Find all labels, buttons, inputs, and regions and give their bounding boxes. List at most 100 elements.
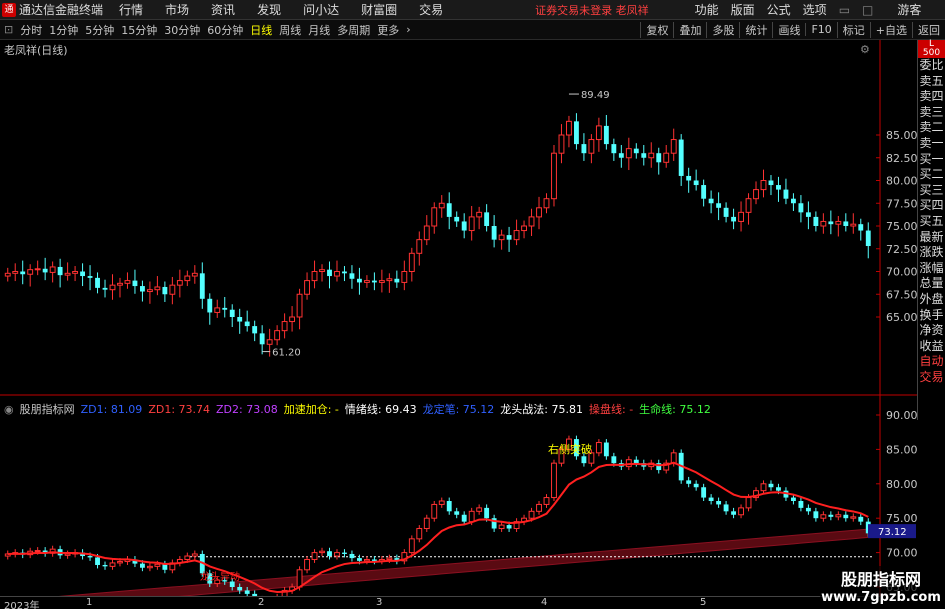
candle-body-down [858, 224, 864, 231]
toolbar-overlay[interactable]: 叠加 [673, 21, 706, 38]
candle-body-up [595, 125, 602, 141]
candle-body-up [558, 134, 565, 154]
sub-candle-down [731, 511, 737, 515]
trade-button[interactable]: 交易 [918, 370, 945, 386]
sub-candle-up [850, 516, 857, 519]
kline-chart[interactable]: 89.49 61.20 右侧突破龙头异动 73.12 85.00 82.50 80.00… [0, 40, 917, 596]
candle-body-up [311, 271, 318, 282]
candle-body-up [536, 207, 542, 218]
sub-candle-down [693, 483, 699, 488]
sub-candle-up [146, 565, 153, 569]
quote-field-5: 卖一 [919, 135, 944, 150]
candle-body-up [154, 286, 161, 291]
toolbar-stats[interactable]: 统计 [739, 21, 772, 38]
sub-candle-up [363, 558, 370, 562]
candle-body-up [363, 280, 370, 283]
candle-body-up [304, 280, 310, 295]
menu-item-layout[interactable]: 版面 [731, 1, 755, 18]
period-30min[interactable]: 30分钟 [164, 22, 200, 38]
candle-body-up [334, 271, 340, 277]
sub-candle-up [498, 524, 505, 530]
period-1min[interactable]: 1分钟 [49, 22, 78, 38]
toolbar-back[interactable]: 返回 [912, 21, 945, 38]
sub-candle-down [446, 501, 452, 512]
collapse-icon[interactable]: ⊡ [4, 23, 13, 36]
sub-candle-down [461, 514, 467, 522]
menu-item-formula[interactable]: 公式 [767, 1, 791, 18]
sub-candle-up [154, 563, 161, 567]
candle-body-down [356, 278, 362, 283]
quote-field-2: 卖四 [919, 89, 944, 104]
sub-candle-up [117, 561, 123, 564]
period-more[interactable]: 更多 [377, 22, 399, 38]
period-5min[interactable]: 5分钟 [85, 22, 114, 38]
menu-item-options[interactable]: 选项 [803, 1, 827, 18]
candle-body-up [378, 280, 385, 283]
candle-body-up [745, 198, 752, 213]
period-60min[interactable]: 60分钟 [207, 22, 243, 38]
period-15min[interactable]: 15分钟 [121, 22, 157, 38]
sub-candle-down [484, 507, 490, 519]
sub-candle-up [386, 557, 393, 560]
menu-item-ask[interactable]: 问小达 [303, 1, 339, 18]
menu-item-market[interactable]: 市场 [165, 1, 189, 18]
quote-field-15: 外盘 [919, 291, 944, 306]
window-icon[interactable]: □ [862, 3, 873, 17]
login-notice: 证券交易未登录 老凤祥 [535, 3, 649, 17]
candle-body-down [349, 273, 355, 279]
level-badge[interactable]: L 500 [918, 40, 945, 58]
auto-trade-button[interactable]: 自动 [918, 354, 945, 370]
sub-candle-down [581, 456, 587, 464]
period-weekly[interactable]: 周线 [279, 22, 301, 38]
toolbar-draw[interactable]: 画线 [772, 21, 805, 38]
minimize-icon[interactable]: ▭ [839, 3, 850, 17]
menu-item-discover[interactable]: 发现 [257, 1, 281, 18]
toolbar-multi[interactable]: 多股 [706, 21, 739, 38]
sub-candle-up [191, 553, 198, 557]
sub-candle-down [723, 504, 729, 512]
candle-body-down [394, 278, 400, 283]
period-tick[interactable]: 分时 [20, 22, 42, 38]
candle-body-down [633, 148, 639, 154]
candle-body-down [731, 216, 737, 222]
indicator-toggle-icon[interactable]: ◉ [4, 403, 14, 416]
toolbar-mark[interactable]: 标记 [836, 21, 870, 38]
period-monthly[interactable]: 月线 [308, 22, 330, 38]
candle-body-down [371, 280, 377, 283]
candle-body-up [27, 269, 34, 275]
menu-item-quotes[interactable]: 行情 [119, 1, 143, 18]
menu-item-function[interactable]: 功能 [695, 1, 719, 18]
sub-candle-down [708, 497, 714, 501]
legend-zd2: ZD2: 73.08 [216, 402, 278, 416]
sub-candle-up [745, 497, 752, 509]
guest-label[interactable]: 游客 [897, 1, 921, 18]
toolbar-adjust[interactable]: 复权 [640, 21, 673, 38]
menu-item-wealth[interactable]: 财富圈 [361, 1, 397, 18]
y-tick-label: 90.00 [886, 409, 917, 422]
y-tick-label: 75.00 [886, 220, 917, 233]
candle-body-down [768, 180, 774, 186]
app-logo-icon: 通 [2, 2, 16, 17]
toolbar-f10[interactable]: F10 [805, 23, 836, 36]
menu-item-trade[interactable]: 交易 [419, 1, 443, 18]
sub-candle-down [790, 497, 796, 501]
candle-body-up [169, 284, 176, 295]
period-daily[interactable]: 日线 [250, 22, 272, 38]
sub-candle-down [768, 483, 774, 488]
menu-item-news[interactable]: 资讯 [211, 1, 235, 18]
y-tick-label: 65.00 [886, 311, 917, 324]
candle-body-up [438, 202, 445, 209]
candle-body-down [252, 326, 258, 334]
sub-candle-up [738, 507, 744, 516]
settings-gear-icon[interactable]: ⚙ [860, 43, 870, 56]
period-multi[interactable]: 多周期 [337, 22, 370, 38]
candle-body-up [670, 139, 677, 154]
toolbar-add-watch[interactable]: +自选 [869, 21, 912, 38]
chevron-right-icon[interactable]: › [406, 23, 410, 36]
sub-candle-down [371, 559, 377, 561]
candle-body-up [49, 266, 56, 273]
candle-body-down [461, 221, 467, 231]
candle-body-down [581, 144, 587, 154]
quote-field-12: 涨跌 [919, 245, 944, 260]
indicator-name[interactable]: 股朋指标网 [20, 401, 75, 417]
